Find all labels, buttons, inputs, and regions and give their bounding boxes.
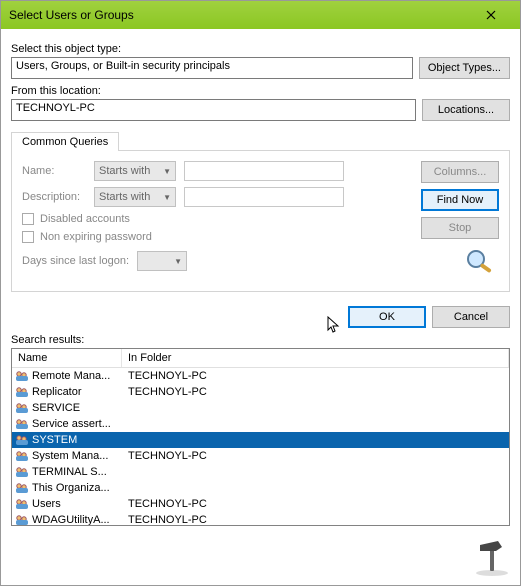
list-item-folder: TECHNOYL-PC [124,370,509,382]
hammer-icon [472,537,512,577]
titlebar[interactable]: Select Users or Groups [1,1,520,29]
list-item[interactable]: SYSTEM [12,432,509,448]
list-item-folder: TECHNOYL-PC [124,450,509,462]
group-icon [14,417,30,431]
list-item-name: System Mana... [32,450,124,462]
object-types-button[interactable]: Object Types... [419,57,510,79]
object-type-label: Select this object type: [11,43,510,55]
list-item-name: Service assert... [32,418,124,430]
list-item-folder: TECHNOYL-PC [124,386,509,398]
tab-common-queries[interactable]: Common Queries [11,132,119,151]
list-item[interactable]: UsersTECHNOYL-PC [12,496,509,512]
list-item[interactable]: SERVICE [12,400,509,416]
ok-button[interactable]: OK [348,306,426,328]
list-item[interactable]: ReplicatorTECHNOYL-PC [12,384,509,400]
list-item-name: Users [32,498,124,510]
group-icon [14,369,30,383]
listview-header[interactable]: Name In Folder [12,349,509,368]
non-expiring-password-checkbox[interactable]: Non expiring password [22,231,397,243]
group-icon [14,449,30,463]
search-results-label: Search results: [11,334,510,346]
magnifier-icon [463,246,499,277]
group-icon [14,465,30,479]
object-type-field: Users, Groups, or Built-in security prin… [11,57,413,79]
stop-button[interactable]: Stop [421,217,499,239]
list-item-name: TERMINAL S... [32,466,124,478]
list-item[interactable]: Service assert... [12,416,509,432]
disabled-accounts-checkbox[interactable]: Disabled accounts [22,213,397,225]
column-header-name[interactable]: Name [12,349,122,367]
chevron-down-icon: ▼ [163,193,171,202]
common-queries-panel: Name: Starts with ▼ Description: Starts … [11,150,510,292]
close-icon [486,10,496,20]
group-icon [14,385,30,399]
days-since-last-logon-label: Days since last logon: [22,255,129,267]
description-input[interactable] [184,187,344,207]
list-item[interactable]: Remote Mana...TECHNOYL-PC [12,368,509,384]
column-header-folder[interactable]: In Folder [122,349,509,367]
chevron-down-icon: ▼ [163,167,171,176]
window-title: Select Users or Groups [9,8,470,22]
results-listview[interactable]: Name In Folder Remote Mana...TECHNOYL-PC… [11,348,510,526]
list-item-name: Remote Mana... [32,370,124,382]
cursor-icon [327,316,341,334]
list-item[interactable]: System Mana...TECHNOYL-PC [12,448,509,464]
checkbox-icon [22,213,34,225]
name-label: Name: [22,165,86,177]
days-combo[interactable]: ▼ [137,251,187,271]
group-icon [14,433,30,447]
list-item-folder: TECHNOYL-PC [124,514,509,526]
name-input[interactable] [184,161,344,181]
list-item[interactable]: TERMINAL S... [12,464,509,480]
list-item-name: SERVICE [32,402,124,414]
checkbox-icon [22,231,34,243]
cancel-button[interactable]: Cancel [432,306,510,328]
location-label: From this location: [11,85,510,97]
close-button[interactable] [470,5,512,25]
list-item-name: WDAGUtilityA... [32,514,124,526]
group-icon [14,513,30,526]
list-item[interactable]: This Organiza... [12,480,509,496]
description-mode-combo[interactable]: Starts with ▼ [94,187,176,207]
group-icon [14,497,30,511]
group-icon [14,401,30,415]
list-item-folder: TECHNOYL-PC [124,498,509,510]
description-label: Description: [22,191,86,203]
list-item[interactable]: WDAGUtilityA...TECHNOYL-PC [12,512,509,526]
list-item-name: Replicator [32,386,124,398]
chevron-down-icon: ▼ [174,257,182,266]
list-item-name: SYSTEM [32,434,232,446]
find-now-button[interactable]: Find Now [421,189,499,211]
locations-button[interactable]: Locations... [422,99,510,121]
list-item-name: This Organiza... [32,482,124,494]
columns-button[interactable]: Columns... [421,161,499,183]
name-mode-combo[interactable]: Starts with ▼ [94,161,176,181]
location-field: TECHNOYL-PC [11,99,416,121]
group-icon [14,481,30,495]
